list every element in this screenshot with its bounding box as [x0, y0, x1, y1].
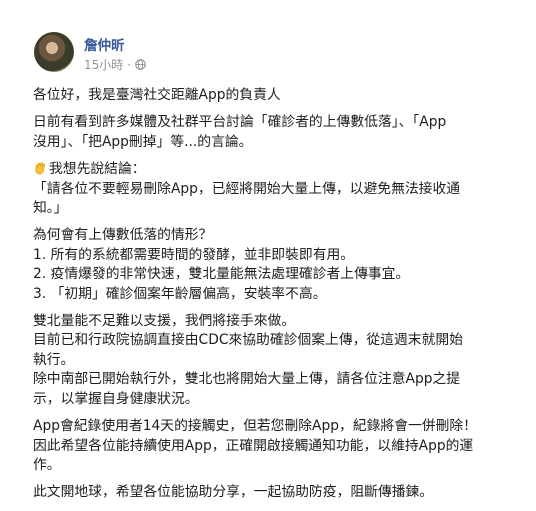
text-line: 因此希望各位能持續使用App，正確開啟接觸通知功能，以維持App的運: [33, 437, 474, 454]
text-line: 知。」: [33, 200, 68, 217]
post-time[interactable]: 15小時: [84, 56, 123, 73]
text-line: 目前已和行政院協調直接由CDC來協助確診個案上傳，從這週末就開始: [33, 332, 463, 349]
post-paragraph-context: 日前有看到許多媒體及社群平台討論「確診者的上傳數低落」、「App 沒用」、「把A…: [33, 113, 511, 152]
author-name[interactable]: 詹仲昕: [84, 34, 125, 54]
list-item: 2. 疫情爆發的非常快速，雙北量能無法處理確診者上傳事宜。: [33, 266, 410, 283]
text-line: 「請各位不要輕易刪除App，已經將開始大量上傳，以避免無法接收通: [33, 180, 461, 197]
globe-icon[interactable]: [135, 59, 146, 70]
text-line: 雙北量能不足難以支援，我們將接手來做。: [33, 313, 296, 330]
list-item: 3. 「初期」確診個案年齡層偏高，安裝率不高。: [33, 285, 327, 302]
raised-hand-emoji-icon: [35, 162, 45, 175]
post-paragraph-closing: 此文開地球，希望各位能協助分享，一起協助防疫，阻斷傳播鍊。: [33, 483, 511, 502]
conclusion-heading-line: 我想先說結論：: [33, 160, 511, 179]
text-line: 此文開地球，希望各位能協助分享，一起協助防疫，阻斷傳播鍊。: [33, 484, 434, 501]
list-item: 1. 所有的系統都需要時間的發酵，並非即裝即有用。: [33, 246, 355, 263]
post-paragraph-reasons: 為何會有上傳數低落的情形？ 1. 所有的系統都需要時間的發酵，並非即裝即有用。 …: [33, 226, 511, 304]
text-line: App會紀錄使用者14天的接觸史，但若您刪除App，紀錄將會一併刪除！: [33, 418, 477, 435]
text-line: 日前有看到許多媒體及社群平台討論「確診者的上傳數低落」、「App: [33, 114, 447, 131]
post-paragraph-plan: 雙北量能不足難以支援，我們將接手來做。 目前已和行政院協調直接由CDC來協助確診…: [33, 312, 511, 409]
avatar[interactable]: [34, 32, 74, 72]
text-line: 作。: [33, 456, 61, 473]
post-body: 各位好，我是臺灣社交距離App的負責人 日前有看到許多媒體及社群平台討論「確診者…: [33, 86, 511, 511]
post-meta: 15小時 ·: [84, 56, 146, 73]
text-line: 執行。: [33, 351, 75, 368]
text-line: 除中南部已開始執行外，雙北也將開始大量上傳，請各位注意App之提: [33, 371, 461, 388]
text-line: 各位好，我是臺灣社交距離App的負責人: [33, 87, 281, 103]
post-paragraph-greeting: 各位好，我是臺灣社交距離App的負責人: [33, 86, 511, 105]
text-line: 為何會有上傳數低落的情形？: [33, 227, 213, 244]
conclusion-heading: 我想先說結論：: [49, 161, 146, 178]
meta-separator: ·: [127, 57, 132, 72]
text-line: 示，以掌握自身健康狀況。: [33, 390, 199, 407]
post-paragraph-app: App會紀錄使用者14天的接觸史，但若您刪除App，紀錄將會一併刪除！ 因此希望…: [33, 417, 511, 475]
post-paragraph-conclusion: 我想先說結論： 「請各位不要輕易刪除App，已經將開始大量上傳，以避免無法接收通…: [33, 160, 511, 218]
text-line: 沒用」、「把App刪掉」等...的言論。: [33, 133, 253, 150]
